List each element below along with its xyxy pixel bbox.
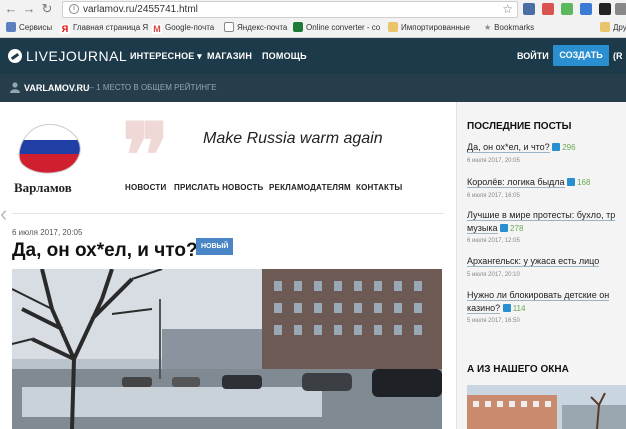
post-date: 6 июля 2017, 20:05 <box>467 158 520 164</box>
info-icon[interactable]: i <box>69 4 79 14</box>
browser-toolbar: ← → ↻ i varlamov.ru/2455741.html ☆ <box>0 0 626 18</box>
forward-icon[interactable]: → <box>22 2 36 16</box>
blog-logo-image[interactable] <box>14 120 86 180</box>
divider <box>12 213 444 214</box>
post-title[interactable]: Да, он ох*ел, и что? <box>12 240 198 262</box>
latest-posts-heading: ПОСЛЕДНИЕ ПОСТЫ <box>467 121 572 132</box>
extension-icon[interactable] <box>561 3 573 15</box>
create-button[interactable]: СОЗДАТЬ <box>553 45 609 66</box>
page-icon <box>224 22 234 32</box>
post-date: 6 июля 2017, 20:05 <box>12 228 83 237</box>
menu-icon[interactable] <box>615 3 626 15</box>
thumbs-up-icon <box>552 143 561 151</box>
login-link[interactable]: ВОЙТИ <box>517 51 549 61</box>
sidebar-post-3[interactable]: Лучшие в мире протесты: бухло, тр <box>467 210 616 221</box>
lj-logo[interactable]: LIVEJOURNAL <box>8 47 127 65</box>
thumbs-up-icon <box>500 224 509 232</box>
post-date: 6 июля 2017, 12:05 <box>467 238 520 244</box>
journal-bar: VARLAMOV.RU — 1 МЕСТО В ОБЩЕМ РЕЙТИНГЕ <box>0 74 626 102</box>
apps-icon <box>6 22 16 32</box>
bookmark-gmail[interactable]: M Google-почта <box>152 22 214 34</box>
bookmark-yandex-mail[interactable]: Яндекс-почта <box>224 22 287 34</box>
nav-news[interactable]: НОВОСТИ <box>125 183 166 192</box>
url-text: varlamov.ru/2455741.html <box>83 4 198 15</box>
new-badge: НОВЫЙ <box>196 238 234 255</box>
extension-icon[interactable] <box>523 3 535 15</box>
blog-logo-text[interactable]: Варламов <box>14 180 72 196</box>
extension-icon[interactable] <box>580 3 592 15</box>
nav-advertisers[interactable]: РЕКЛАМОДАТЕЛЯМ <box>269 183 351 192</box>
extension-icon[interactable] <box>599 3 611 15</box>
post-date: 6 июля 2017, 16:05 <box>467 193 520 199</box>
gmail-icon: M <box>152 24 162 34</box>
lj-header: LIVEJOURNAL ИНТЕРЕСНОЕ ▾ МАГАЗИН ПОМОЩЬ … <box>0 38 626 74</box>
bookmark-yandex[interactable]: Я Главная страница Я <box>60 22 148 34</box>
folder-icon <box>388 22 398 32</box>
browser-chrome: ← → ↻ i varlamov.ru/2455741.html ☆ Серви… <box>0 0 626 38</box>
bookmarks-bar: Сервисы Я Главная страница Я M Google-почт… <box>0 19 626 37</box>
address-bar[interactable]: i varlamov.ru/2455741.html ☆ <box>62 1 518 18</box>
window-heading: А ИЗ НАШЕГО ОКНА <box>467 364 569 375</box>
menu-help[interactable]: ПОМОЩЬ <box>262 51 307 61</box>
window-photo[interactable] <box>467 385 626 429</box>
star-icon: ★ <box>484 23 492 32</box>
journal-name[interactable]: VARLAMOV.RU <box>24 83 90 93</box>
bookmark-bookmarks[interactable]: ★ Bookmarks <box>484 22 534 34</box>
blog-slogan: Make Russia warm again <box>203 130 383 147</box>
post-photo[interactable] <box>12 269 442 429</box>
user-icon <box>10 82 20 93</box>
converter-icon <box>293 22 303 32</box>
nav-contacts[interactable]: КОНТАКТЫ <box>356 183 402 192</box>
bookmark-converter[interactable]: Online converter - co <box>293 22 380 34</box>
thumbs-up-icon <box>502 304 511 312</box>
livejournal-icon <box>8 49 22 63</box>
sidebar-post-4[interactable]: Архангельск: у ужаса есть лицо <box>467 256 600 267</box>
journal-rank[interactable]: — 1 МЕСТО В ОБЩЕМ РЕЙТИНГЕ <box>86 83 217 92</box>
post-date: 5 июля 2017, 16:50 <box>467 318 520 324</box>
menu-interesting[interactable]: ИНТЕРЕСНОЕ ▾ <box>130 51 202 62</box>
extension-icon[interactable] <box>542 3 554 15</box>
sidebar-post-1[interactable]: Да, он ох*ел, и что? 296 <box>467 142 576 153</box>
sidebar-post-5[interactable]: Нужно ли блокировать детские он <box>467 290 610 301</box>
menu-shop[interactable]: МАГАЗИН <box>207 51 252 61</box>
yandex-icon: Я <box>60 24 70 34</box>
post-date: 5 июля 2017, 20:10 <box>467 272 520 278</box>
language-switch[interactable]: (R <box>613 51 623 61</box>
star-icon[interactable]: ☆ <box>502 2 513 17</box>
nav-send-news[interactable]: ПРИСЛАТЬ НОВОСТЬ <box>174 183 263 192</box>
bookmark-other[interactable]: Дру <box>600 22 626 34</box>
sidebar-post-2[interactable]: Королёв: логика быдла 168 <box>467 177 590 188</box>
reload-icon[interactable]: ↻ <box>40 2 54 16</box>
back-icon[interactable]: ← <box>4 2 18 16</box>
chevron-left-icon[interactable]: ‹ <box>0 201 7 227</box>
bookmark-imported[interactable]: Импортированные <box>388 22 470 34</box>
folder-icon <box>600 22 610 32</box>
bookmark-apps[interactable]: Сервисы <box>6 22 52 34</box>
sidebar-post-3-cont[interactable]: музыка 278 <box>467 223 523 234</box>
thumbs-up-icon <box>567 178 576 186</box>
sidebar-post-5-cont[interactable]: казино? 114 <box>467 303 525 314</box>
